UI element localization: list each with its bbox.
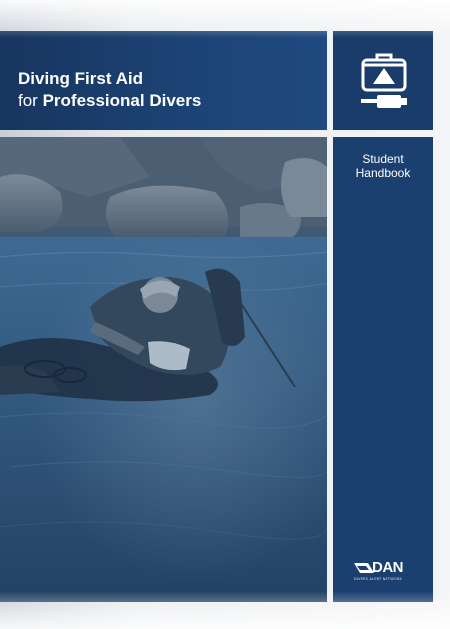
- handbook-cover: Diving First Aid for Professional Divers: [0, 0, 450, 629]
- icon-panel: [333, 31, 433, 130]
- title-emphasis: Professional Divers: [42, 91, 202, 110]
- subtitle-line-2: Handbook: [355, 166, 411, 180]
- dan-logo: DAN DIVERS ALERT NETWORK: [354, 559, 414, 583]
- title-panel: Diving First Aid for Professional Divers: [0, 31, 327, 130]
- title-line-1: Diving First Aid: [18, 69, 143, 88]
- dan-logo-icon: [354, 563, 374, 573]
- diver-rescue-photo: [0, 137, 327, 602]
- oxygen-unit-icon: [361, 53, 407, 108]
- subtitle-line-1: Student: [362, 152, 404, 166]
- title-line-2: for Professional Divers: [18, 91, 201, 111]
- publisher-logo-text: DAN: [372, 559, 404, 576]
- title-prefix: for: [18, 91, 43, 110]
- publisher-tagline: DIVERS ALERT NETWORK: [354, 577, 402, 581]
- side-panel: Student Handbook DAN DIVERS ALERT NETWOR…: [333, 137, 433, 602]
